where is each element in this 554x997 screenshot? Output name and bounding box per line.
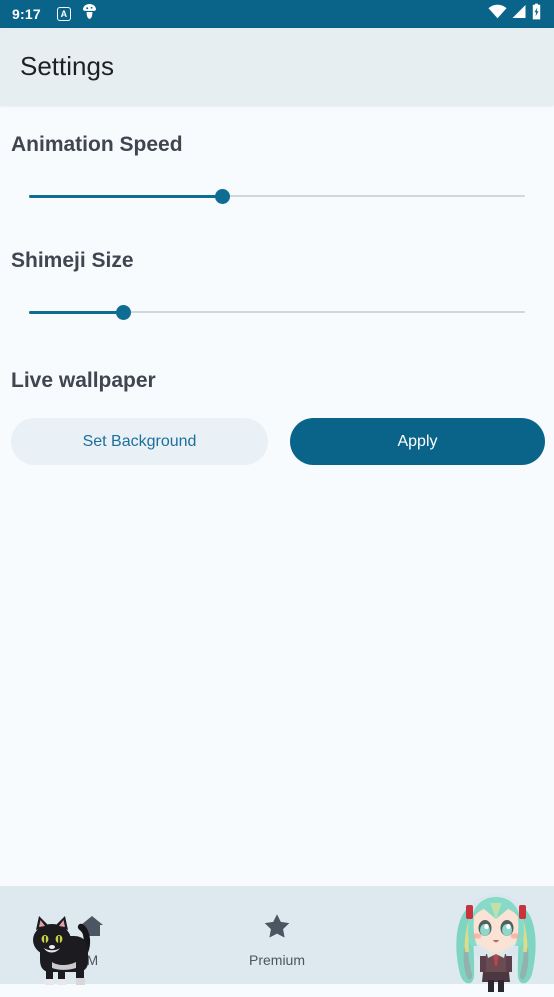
cellular-signal-icon	[511, 4, 527, 24]
nav-item-main[interactable]: M	[0, 886, 185, 985]
status-bar: 9:17 A	[0, 0, 554, 28]
page-title: Settings	[20, 51, 114, 81]
apply-button[interactable]: Apply	[290, 418, 545, 465]
set-background-button[interactable]: Set Background	[11, 418, 268, 465]
animation-speed-label: Animation Speed	[11, 133, 183, 156]
slider-thumb[interactable]	[115, 305, 131, 320]
home-icon	[79, 911, 105, 941]
shimeji-size-label: Shimeji Size	[11, 249, 134, 272]
nav-item-premium[interactable]: Premium	[185, 886, 370, 984]
nav-item-main-label: M	[86, 951, 99, 968]
mushroom-notification-icon	[82, 3, 97, 25]
shimeji-size-slider-row	[10, 301, 544, 323]
shimeji-size-slider[interactable]	[29, 301, 525, 323]
slider-track-active	[29, 310, 124, 314]
battery-charging-icon	[531, 3, 542, 25]
nav-item-shimeji[interactable]	[369, 886, 554, 992]
status-bar-system-icons	[488, 3, 542, 25]
app-bar: Settings	[0, 28, 554, 105]
a-badge-icon: A	[56, 7, 71, 21]
live-wallpaper-actions: Set Background Apply	[10, 418, 545, 465]
wifi-icon	[488, 4, 507, 24]
miku-shimeji-sprite	[446, 888, 546, 992]
slider-thumb[interactable]	[214, 189, 230, 204]
star-icon	[263, 911, 291, 941]
live-wallpaper-label: Live wallpaper	[11, 369, 156, 392]
animation-speed-slider[interactable]	[29, 185, 525, 207]
bottom-navigation-bar: M Premium	[0, 886, 554, 992]
settings-content: Animation Speed Shimeji Size Live wallpa…	[0, 105, 554, 886]
animation-speed-slider-row	[10, 185, 544, 207]
status-bar-notification-icons: A	[56, 3, 97, 25]
nav-item-premium-label: Premium	[249, 951, 306, 968]
slider-track-active	[29, 194, 223, 198]
status-bar-clock: 9:17	[12, 6, 41, 22]
